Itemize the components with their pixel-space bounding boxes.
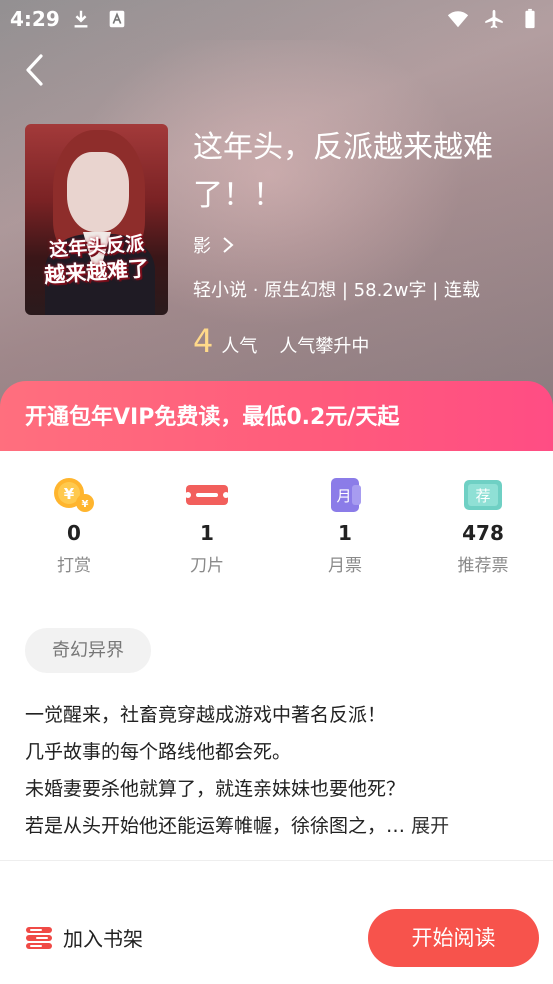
author-link[interactable]: 影 — [193, 232, 235, 258]
vip-banner-text: 开通包年VIP免费读，最低0.2元/天起 — [25, 405, 400, 430]
bookshelf-icon — [26, 926, 52, 949]
cover-art-face — [67, 152, 129, 232]
back-arrow-icon[interactable] — [18, 52, 54, 88]
description-line: 未婚妻要杀他就算了，就连亲妹妹也要他死？ — [25, 778, 406, 800]
author-name: 影 — [193, 236, 211, 257]
section-divider — [0, 860, 553, 861]
stat-blade-value: 1 — [200, 521, 214, 545]
stat-tip-value: 0 — [67, 521, 81, 545]
book-description: 一觉醒来，社畜竟穿越成游戏中著名反派！ 几乎故事的每个路线他都会死。 未婚妻要杀… — [25, 697, 535, 845]
stat-blade[interactable]: 1 刀片 — [138, 470, 276, 590]
genre-tag[interactable]: 奇幻异界 — [25, 628, 151, 673]
svg-text:¥: ¥ — [64, 485, 75, 503]
catalog-section-peek — [25, 878, 545, 898]
description-line: 若是从头开始他还能运筹帷幄，徐徐图之，… 展开 — [25, 808, 535, 845]
status-bar: 4:29 — [0, 0, 553, 38]
stat-recommend-ticket[interactable]: 荐 478 推荐票 — [414, 470, 552, 590]
recommend-ticket-icon: 荐 — [464, 480, 502, 510]
font-a-icon — [109, 10, 125, 28]
blade-icon — [185, 485, 229, 505]
popularity-status: 人气攀升中 — [279, 336, 370, 357]
book-meta: 轻小说 · 原生幻想 | 58.2w字 | 连载 — [193, 280, 480, 301]
start-reading-button[interactable]: 开始阅读 — [368, 909, 539, 967]
monthly-ticket-icon: 月 — [331, 478, 361, 512]
stat-blade-label: 刀片 — [190, 556, 224, 576]
vip-banner[interactable]: 开通包年VIP免费读，最低0.2元/天起 — [0, 381, 553, 451]
bottom-action-bar: 加入书架 开始阅读 — [0, 898, 553, 984]
airplane-mode-icon — [485, 9, 503, 29]
stat-monthly-ticket[interactable]: 月 1 月票 — [276, 470, 414, 590]
popularity-label: 人气 — [221, 336, 258, 357]
svg-text:月: 月 — [336, 487, 351, 505]
description-line: 几乎故事的每个路线他都会死。 — [25, 741, 292, 763]
book-cover[interactable]: 这年头反派 越来越难了 — [25, 124, 168, 315]
coin-icon: ¥ ¥ — [54, 478, 94, 512]
add-to-shelf-button[interactable]: 加入书架 — [25, 923, 143, 952]
chevron-right-icon — [223, 237, 234, 253]
description-line-text: 若是从头开始他还能运筹帷幄，徐徐图之，… — [25, 815, 406, 837]
stat-recommend-ticket-label: 推荐票 — [457, 556, 509, 576]
stat-tip[interactable]: ¥ ¥ 0 打赏 — [5, 470, 143, 590]
popularity-row: 4 人气 人气攀升中 — [193, 322, 369, 360]
expand-button[interactable]: 展开 — [411, 815, 449, 837]
stat-recommend-ticket-value: 478 — [462, 521, 504, 545]
popularity-value: 4 — [193, 322, 214, 360]
stat-monthly-ticket-value: 1 — [338, 521, 352, 545]
svg-text:¥: ¥ — [82, 499, 89, 510]
description-line: 一觉醒来，社畜竟穿越成游戏中著名反派！ — [25, 704, 387, 726]
battery-icon — [525, 8, 535, 29]
stat-monthly-ticket-label: 月票 — [328, 556, 362, 576]
add-to-shelf-label: 加入书架 — [63, 927, 143, 951]
book-title: 这年头，反派越来越难了！！ — [193, 130, 493, 213]
stat-tip-label: 打赏 — [57, 556, 91, 576]
download-icon — [74, 10, 88, 28]
wifi-icon — [447, 11, 469, 28]
svg-text:荐: 荐 — [475, 487, 490, 505]
status-time: 4:29 — [10, 7, 60, 31]
book-info: 这年头，反派越来越难了！！ 影 轻小说 · 原生幻想 | 58.2w字 | 连载… — [193, 124, 533, 360]
stats-row: ¥ ¥ 0 打赏 1 刀片 月 1 月票 荐 478 推荐票 — [0, 470, 553, 590]
